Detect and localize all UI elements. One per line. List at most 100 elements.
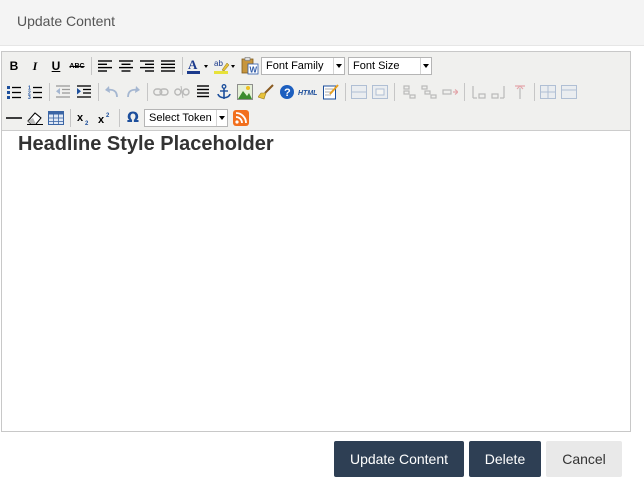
- delete-row-button[interactable]: [440, 82, 460, 102]
- align-right-icon: [140, 60, 154, 72]
- underline-button[interactable]: U: [46, 56, 66, 76]
- justify-button[interactable]: [158, 56, 178, 76]
- toolbar-separator: [345, 83, 346, 101]
- insert-col-after-icon: [491, 86, 505, 99]
- table-icon: [48, 111, 64, 125]
- align-left-button[interactable]: [95, 56, 115, 76]
- split-cells-button[interactable]: [538, 82, 558, 102]
- toolbar-separator: [98, 83, 99, 101]
- text-color-button[interactable]: A: [186, 56, 212, 76]
- justify-icon: [161, 60, 175, 72]
- paragraph-lines-icon: [197, 85, 209, 98]
- insert-col-before-icon: [472, 86, 486, 99]
- bold-button[interactable]: B: [4, 56, 24, 76]
- svg-text:x: x: [77, 112, 84, 124]
- unlink-button[interactable]: [172, 82, 192, 102]
- toolbar-separator: [91, 57, 92, 75]
- merge-cells-button[interactable]: [559, 82, 579, 102]
- svg-text:2: 2: [85, 121, 89, 125]
- svg-text:?: ?: [284, 87, 291, 99]
- html-source-button[interactable]: HTML: [298, 82, 320, 102]
- editor-content-area[interactable]: Headline Style Placeholder: [2, 131, 630, 431]
- table-row-props-button[interactable]: [349, 82, 369, 102]
- html-label: HTML: [298, 90, 317, 97]
- horizontal-rule-icon: [6, 117, 22, 119]
- insert-col-before-button[interactable]: [468, 82, 488, 102]
- help-button[interactable]: ?: [277, 82, 297, 102]
- toolbar-row-3: x2 x2 Ω Select Token: [4, 106, 252, 130]
- insert-row-before-icon: [403, 85, 416, 99]
- insert-row-after-button[interactable]: [419, 82, 439, 102]
- table-row-icon: [351, 85, 367, 99]
- token-select[interactable]: Select Token: [144, 109, 228, 127]
- toolbar-separator: [182, 57, 183, 75]
- insert-col-after-button[interactable]: [489, 82, 509, 102]
- broom-icon: [258, 84, 274, 100]
- bullet-list-button[interactable]: [4, 82, 24, 102]
- chevron-down-icon: [420, 58, 431, 74]
- subscript-button[interactable]: x2: [74, 108, 94, 128]
- superscript-icon: x2: [98, 113, 110, 125]
- strikethrough-label: ABC: [69, 62, 85, 70]
- bullet-list-icon: [7, 86, 21, 99]
- redo-button[interactable]: [123, 82, 143, 102]
- delete-button[interactable]: Delete: [469, 441, 541, 477]
- horizontal-rule-button[interactable]: [4, 108, 24, 128]
- font-size-select[interactable]: Font Size: [348, 57, 432, 75]
- toolbar-separator: [534, 83, 535, 101]
- outdent-button[interactable]: [53, 82, 73, 102]
- italic-button[interactable]: I: [25, 56, 45, 76]
- strikethrough-button[interactable]: ABC: [67, 56, 87, 76]
- anchor-icon: [217, 84, 231, 99]
- italic-label: I: [32, 58, 38, 73]
- toolbar-separator: [70, 109, 71, 127]
- subscript-icon: x2: [77, 112, 89, 125]
- chevron-down-icon: [216, 110, 227, 126]
- special-char-button[interactable]: Ω: [123, 108, 143, 128]
- align-left-icon: [98, 60, 112, 72]
- svg-text:3: 3: [28, 95, 31, 99]
- omega-icon: Ω: [127, 110, 139, 126]
- image-button[interactable]: [235, 82, 255, 102]
- update-content-button[interactable]: Update Content: [334, 441, 464, 477]
- anchor-list-button[interactable]: [193, 82, 213, 102]
- numbered-list-button[interactable]: 123: [25, 82, 45, 102]
- remove-format-button[interactable]: [25, 108, 45, 128]
- dialog-header: Update Content: [0, 0, 644, 46]
- rss-button[interactable]: [231, 108, 251, 128]
- table-cell-props-button[interactable]: [370, 82, 390, 102]
- indent-button[interactable]: [74, 82, 94, 102]
- bold-label: B: [9, 59, 19, 73]
- insert-row-before-button[interactable]: [398, 82, 418, 102]
- toolbar-row-1: B I U ABC A ab W Font Family Font Size: [4, 54, 435, 78]
- cancel-button[interactable]: Cancel: [546, 441, 622, 477]
- undo-icon: [105, 86, 118, 98]
- split-cells-icon: [540, 85, 556, 99]
- anchor-button[interactable]: [214, 82, 234, 102]
- image-icon: [237, 84, 253, 100]
- outdent-icon: [56, 85, 70, 98]
- align-center-button[interactable]: [116, 56, 136, 76]
- delete-col-button[interactable]: [510, 82, 530, 102]
- svg-text:A: A: [188, 58, 198, 72]
- edit-document-icon: [323, 84, 339, 100]
- eraser-icon: [27, 112, 43, 125]
- paste-word-icon: W: [241, 57, 259, 75]
- insert-table-button[interactable]: [46, 108, 66, 128]
- help-icon: ?: [280, 85, 294, 99]
- font-family-select[interactable]: Font Family: [261, 57, 345, 75]
- highlight-color-button[interactable]: ab: [213, 56, 239, 76]
- toolbar-separator: [147, 83, 148, 101]
- redo-icon: [127, 86, 140, 98]
- toolbar-separator: [464, 83, 465, 101]
- svg-text:ab: ab: [214, 59, 223, 68]
- paste-word-button[interactable]: W: [240, 56, 260, 76]
- dialog-title: Update Content: [17, 13, 116, 29]
- edit-source-button[interactable]: [321, 82, 341, 102]
- superscript-button[interactable]: x2: [95, 108, 115, 128]
- cleanup-button[interactable]: [256, 82, 276, 102]
- update-content-dialog: Update Content B I U ABC A ab W Font Fam…: [0, 0, 644, 494]
- undo-button[interactable]: [102, 82, 122, 102]
- align-right-button[interactable]: [137, 56, 157, 76]
- link-button[interactable]: [151, 82, 171, 102]
